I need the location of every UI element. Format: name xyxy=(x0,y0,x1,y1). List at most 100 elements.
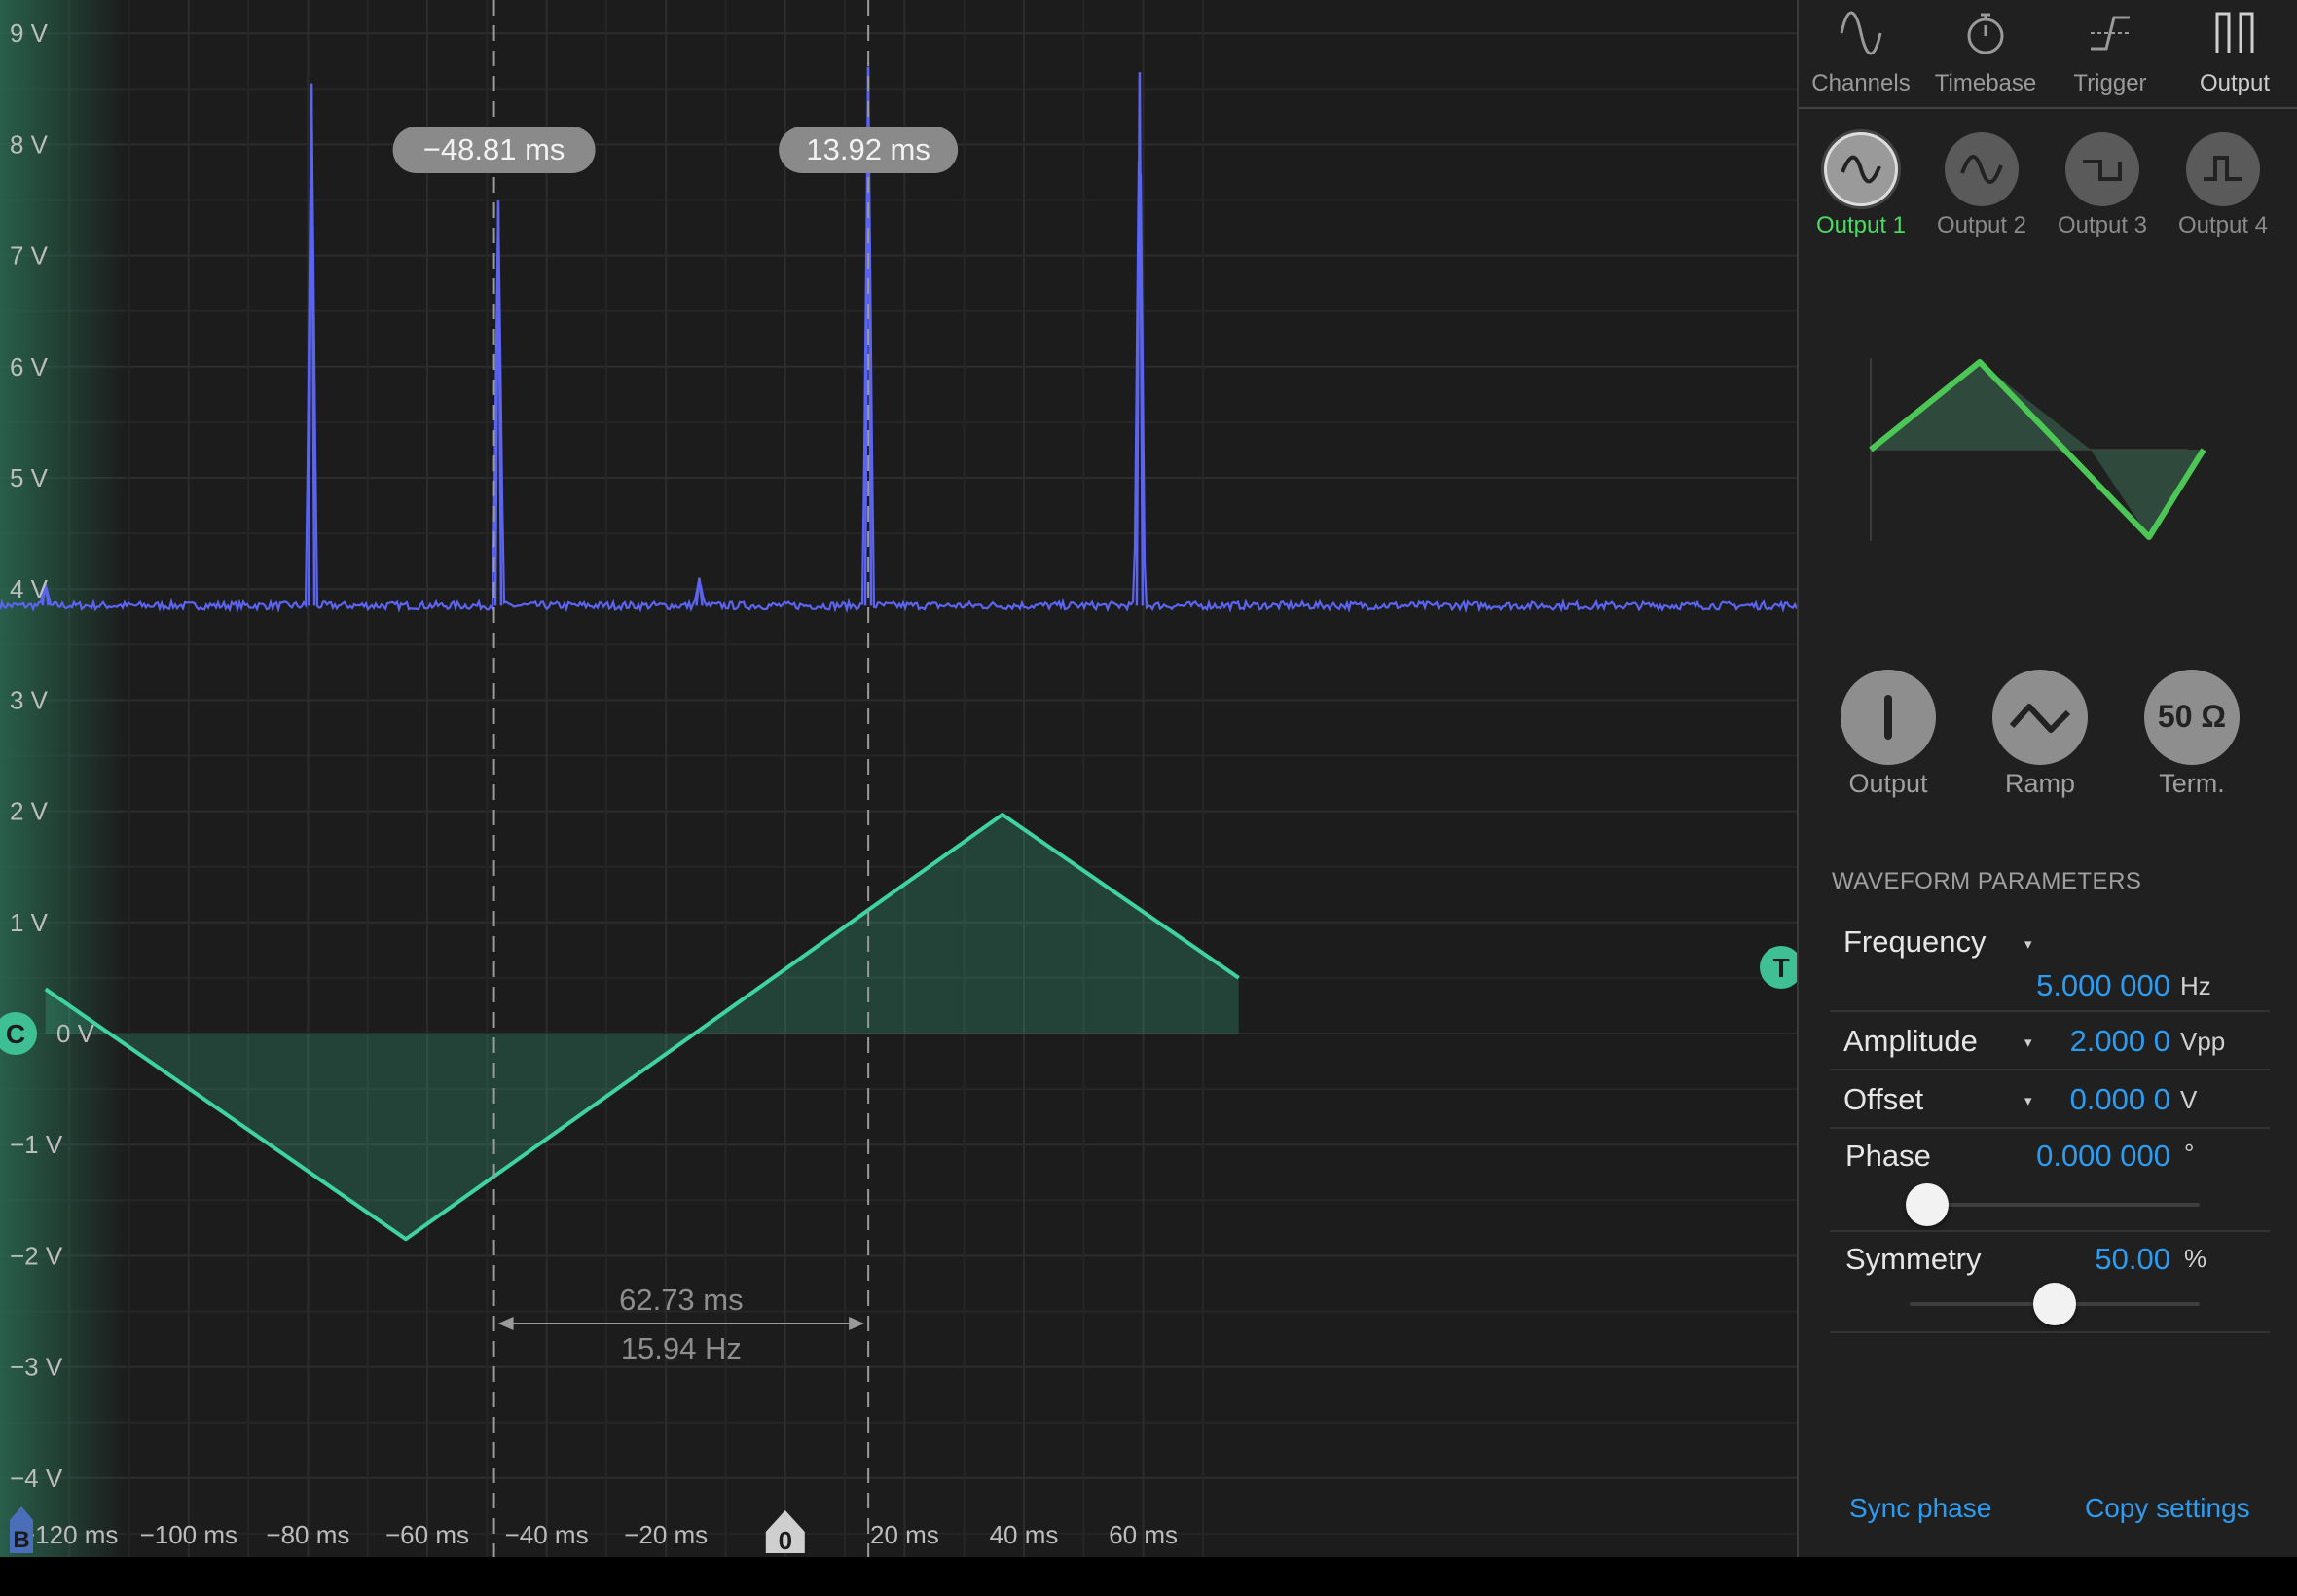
symmetry-slider-thumb[interactable] xyxy=(2033,1283,2076,1325)
phase-slider-thumb[interactable] xyxy=(1905,1183,1949,1226)
oscilloscope-display[interactable]: −48.81 ms 13.92 ms 62.73 ms 15.94 Hz 9 V 8 V 7… xyxy=(0,0,1797,1557)
ramp-label: Ramp xyxy=(2004,769,2076,798)
power-icon xyxy=(1841,670,1936,765)
output-1-circle xyxy=(1824,132,1898,206)
channel-b-marker-label: B xyxy=(13,1527,29,1553)
y-tick-label: −2 V xyxy=(10,1241,63,1270)
delta-arrow-head-left xyxy=(497,1317,514,1330)
frequency-unit: Hz xyxy=(2180,971,2211,1000)
sine-wave-icon xyxy=(1840,11,1882,55)
offset-row[interactable]: Offset ▾ 0.000 0 V xyxy=(1830,1069,2270,1129)
termination-button[interactable]: 50 Ω Term. xyxy=(2124,670,2260,806)
output-toggle-label: Output xyxy=(1848,769,1928,798)
output-3-circle xyxy=(2065,132,2139,206)
ramp-icon xyxy=(1992,670,2088,765)
amplitude-value[interactable]: 2.000 0 xyxy=(1937,1024,2170,1059)
tab-timebase[interactable]: Timebase xyxy=(1923,0,2048,105)
y-tick-label: −3 V xyxy=(10,1353,63,1382)
phase-label: Phase xyxy=(1845,1139,1931,1173)
tab-channels[interactable]: Channels xyxy=(1799,0,1923,105)
offset-value[interactable]: 0.000 0 xyxy=(1937,1082,2170,1117)
time-zero-marker-label: 0 xyxy=(779,1526,792,1555)
y-tick-label: 8 V xyxy=(10,129,49,159)
termination-circle: 50 Ω xyxy=(2144,670,2240,765)
phase-row[interactable]: Phase 0.000 000 ° xyxy=(1830,1127,2270,1232)
phase-unit: ° xyxy=(2184,1139,2195,1168)
x-tick-label: 40 ms xyxy=(990,1520,1059,1549)
spike-peak xyxy=(1135,72,1145,606)
x-tick-label: −120 ms xyxy=(20,1520,118,1549)
offset-unit: V xyxy=(2180,1085,2198,1114)
y-tick-label: 0 V xyxy=(56,1019,95,1048)
x-tick-label: 20 ms xyxy=(870,1520,939,1549)
y-tick-label: 7 V xyxy=(10,241,49,271)
output-3-label: Output 3 xyxy=(2057,212,2148,238)
panel-tabs: Channels Timebase Trigger Output xyxy=(1799,0,2297,109)
output-3-button[interactable]: Output 3 xyxy=(2042,132,2163,249)
y-tick-label: 9 V xyxy=(10,18,49,48)
ramp-fill xyxy=(45,815,1239,1240)
x-tick-label: −100 ms xyxy=(140,1520,237,1549)
cursor-label-b: 13.92 ms xyxy=(806,132,930,166)
y-tick-label: −4 V xyxy=(10,1464,63,1493)
scope-plot[interactable]: −48.81 ms 13.92 ms 62.73 ms 15.94 Hz 9 V 8 V 7… xyxy=(0,0,1797,1557)
trigger-marker-label: T xyxy=(1772,953,1789,983)
channel-offset-band xyxy=(0,0,127,1557)
channel-c-marker-label: C xyxy=(6,1019,25,1049)
termination-label: Term. xyxy=(2159,769,2225,798)
amplitude-unit: Vpp xyxy=(2180,1027,2226,1056)
tab-label: Timebase xyxy=(1934,70,2037,96)
output-4-label: Output 4 xyxy=(2177,212,2269,238)
frequency-value[interactable]: 5.000 000 xyxy=(1937,968,2170,1003)
square-wave-icon xyxy=(2083,160,2122,181)
bottom-bar xyxy=(0,1557,2297,1596)
tab-trigger[interactable]: Trigger xyxy=(2048,0,2172,105)
cursor-label-a: −48.81 ms xyxy=(423,132,565,166)
termination-value: 50 Ω xyxy=(2157,699,2227,734)
sine-wave-icon xyxy=(1841,155,1881,184)
symmetry-row[interactable]: Symmetry 50.00 % xyxy=(1830,1230,2270,1333)
phase-value[interactable]: 0.000 000 xyxy=(1937,1139,2170,1174)
delta-arrow-head-right xyxy=(849,1317,865,1330)
pulse-wave-icon xyxy=(2204,156,2242,181)
y-tick-label: 3 V xyxy=(10,685,49,714)
output-2-label: Output 2 xyxy=(1936,212,2027,238)
amplitude-row[interactable]: Amplitude ▾ 2.000 0 Vpp xyxy=(1830,1010,2270,1070)
spike-peak xyxy=(493,200,503,606)
section-title: WAVEFORM PARAMETERS xyxy=(1832,868,2142,894)
y-tick-label: 4 V xyxy=(10,574,49,603)
x-tick-label: 60 ms xyxy=(1109,1520,1178,1549)
sine-wave-icon xyxy=(1960,155,2003,184)
x-tick-label: −40 ms xyxy=(505,1520,589,1549)
output-1-label: Output 1 xyxy=(1815,212,1907,238)
phase-slider-track[interactable] xyxy=(1910,1203,2200,1207)
copy-settings-link[interactable]: Copy settings xyxy=(2085,1493,2250,1524)
x-tick-label: −80 ms xyxy=(266,1520,349,1549)
y-tick-label: 2 V xyxy=(10,797,49,826)
y-tick-label: 6 V xyxy=(10,352,49,381)
output-2-button[interactable]: Output 2 xyxy=(1921,132,2042,249)
waveform-ramp-button[interactable]: Ramp xyxy=(1972,670,2108,806)
tab-label: Output xyxy=(2199,70,2271,96)
x-tick-label: −20 ms xyxy=(624,1520,708,1549)
stopwatch-icon xyxy=(1967,13,2004,54)
output-4-circle xyxy=(2186,132,2260,206)
tab-output[interactable]: Output xyxy=(2172,0,2297,105)
sync-phase-link[interactable]: Sync phase xyxy=(1849,1493,1991,1524)
frequency-row[interactable]: Frequency ▾ 5.000 000 Hz xyxy=(1830,905,2270,1012)
spike-peak xyxy=(307,83,316,606)
output-1-button[interactable]: Output 1 xyxy=(1801,132,1921,249)
frequency-label: Frequency xyxy=(1843,925,1987,959)
y-tick-label: 1 V xyxy=(10,908,49,937)
output-toggle[interactable]: Output xyxy=(1820,670,1956,806)
symmetry-value[interactable]: 50.00 xyxy=(1937,1242,2170,1277)
y-tick-label: 5 V xyxy=(10,463,49,492)
pulse-output-icon xyxy=(2215,12,2254,53)
trigger-edge-icon xyxy=(2091,16,2130,51)
output-4-button[interactable]: Output 4 xyxy=(2163,132,2283,249)
output-2-circle xyxy=(1945,132,2019,206)
spike-peak xyxy=(695,577,704,606)
y-tick-label: −1 V xyxy=(10,1130,63,1159)
control-panel: Channels Timebase Trigger Output Output … xyxy=(1797,0,2297,1557)
frequency-dropdown-icon[interactable]: ▾ xyxy=(2024,935,2032,953)
